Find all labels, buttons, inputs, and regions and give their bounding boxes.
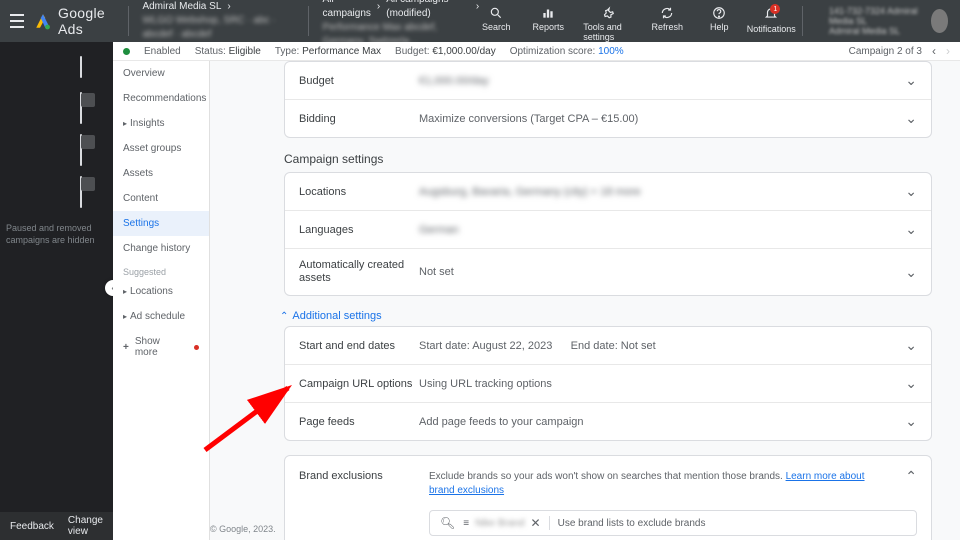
breadcrumb-account[interactable]: Admiral Media SL› WLGO Webshop, SRC · ab… bbox=[142, 0, 293, 42]
chevron-up-icon: ⌃ bbox=[280, 311, 288, 322]
brand-chip: ≡ Nike Brand ✕ bbox=[463, 516, 540, 530]
rail-item[interactable] bbox=[80, 92, 82, 124]
divider bbox=[802, 6, 803, 36]
sidenav: Overview Recommendations Insights Asset … bbox=[113, 61, 210, 540]
sidenav-overview[interactable]: Overview bbox=[113, 61, 209, 86]
reports-tool[interactable]: Reports bbox=[531, 6, 565, 32]
row-dates[interactable]: Start and end dates Start date: August 2… bbox=[285, 327, 931, 364]
search-icon: 🔍︎ bbox=[440, 516, 455, 530]
menu-icon[interactable] bbox=[10, 14, 24, 28]
avatar[interactable] bbox=[931, 9, 948, 33]
sidenav-assets[interactable]: Assets bbox=[113, 161, 209, 186]
copyright: © Google, 2023. bbox=[210, 524, 276, 534]
row-budget[interactable]: Budget €1,000.00/day ⌄ bbox=[285, 62, 931, 99]
notifications-tool[interactable]: 1 Notifications bbox=[754, 6, 788, 34]
row-bidding[interactable]: Bidding Maximize conversions (Target CPA… bbox=[285, 99, 931, 137]
row-locations[interactable]: Locations Augsburg, Bavaria, Germany (ci… bbox=[285, 173, 931, 210]
change-view-link[interactable]: Change view bbox=[68, 515, 113, 537]
chevron-down-icon: ⌄ bbox=[905, 264, 917, 281]
chevron-down-icon: ⌄ bbox=[905, 375, 917, 392]
sidenav-show-more[interactable]: +Show more bbox=[113, 329, 209, 365]
top-tools: Search Reports Tools and settings Refres… bbox=[479, 0, 788, 42]
divider bbox=[128, 6, 129, 36]
rail-item[interactable] bbox=[80, 134, 82, 166]
product-name: Google Ads bbox=[58, 5, 114, 37]
rail-item[interactable] bbox=[80, 176, 82, 208]
prev-campaign-icon[interactable]: ‹ bbox=[932, 44, 936, 58]
divider bbox=[549, 516, 550, 530]
search-tool[interactable]: Search bbox=[479, 6, 513, 32]
main-content: Budget €1,000.00/day ⌄ Bidding Maximize … bbox=[210, 61, 960, 540]
new-dot-icon bbox=[194, 345, 199, 350]
chip-remove-icon[interactable]: ✕ bbox=[531, 516, 541, 530]
status-dot-icon bbox=[123, 48, 130, 55]
chevron-down-icon: ⌄ bbox=[905, 337, 917, 354]
sidenav-ad-schedule[interactable]: Ad schedule bbox=[113, 304, 209, 329]
notif-badge: 1 bbox=[770, 4, 780, 14]
chevron-down-icon: ⌄ bbox=[905, 221, 917, 238]
feedback-link[interactable]: Feedback bbox=[10, 521, 54, 532]
divider bbox=[308, 6, 309, 36]
chevron-up-icon[interactable]: ⌃ bbox=[905, 468, 917, 485]
additional-settings-toggle[interactable]: ⌃Additional settings bbox=[280, 310, 960, 322]
brand-exclusions-desc: Exclude brands so your ads won't show on… bbox=[429, 470, 865, 498]
brand-input-placeholder: Use brand lists to exclude brands bbox=[558, 518, 706, 529]
row-page-feeds[interactable]: Page feeds Add page feeds to your campai… bbox=[285, 402, 931, 440]
chevron-down-icon: ⌄ bbox=[905, 110, 917, 127]
sidenav-asset-groups[interactable]: Asset groups bbox=[113, 136, 209, 161]
google-ads-logo bbox=[34, 12, 52, 30]
status-enabled[interactable]: Enabled bbox=[144, 46, 181, 57]
row-url-options[interactable]: Campaign URL options Using URL tracking … bbox=[285, 364, 931, 402]
sidenav-content[interactable]: Content bbox=[113, 186, 209, 211]
next-campaign-icon[interactable]: › bbox=[946, 44, 950, 58]
sidenav-suggested-header: Suggested bbox=[113, 261, 209, 279]
rail-note: Paused and removed campaigns are hidden bbox=[6, 222, 107, 246]
chevron-down-icon: ⌄ bbox=[905, 183, 917, 200]
help-tool[interactable]: Help bbox=[702, 6, 736, 32]
campaign-position: Campaign 2 of 3 bbox=[849, 46, 922, 57]
status-strip: Enabled Status: Eligible Type: Performan… bbox=[113, 42, 960, 61]
refresh-tool[interactable]: Refresh bbox=[650, 6, 684, 32]
brand-exclusions-card: Brand exclusions Exclude brands so your … bbox=[284, 455, 932, 540]
row-auto-assets[interactable]: Automatically created assets Not set ⌄ bbox=[285, 248, 931, 295]
row-languages[interactable]: Languages German ⌄ bbox=[285, 210, 931, 248]
sidenav-change-history[interactable]: Change history bbox=[113, 236, 209, 261]
campaign-settings-header: Campaign settings bbox=[284, 152, 960, 166]
account-switcher[interactable]: 141-732-7324 Admiral Media SLAdmiral Med… bbox=[829, 6, 948, 36]
sidenav-insights[interactable]: Insights bbox=[113, 111, 209, 136]
left-rail: Paused and removed campaigns are hidden … bbox=[0, 42, 113, 540]
chevron-down-icon: ⌄ bbox=[905, 413, 917, 430]
sidenav-locations[interactable]: Locations bbox=[113, 279, 209, 304]
tools-settings[interactable]: Tools and settings bbox=[583, 6, 632, 42]
brand-search-input[interactable]: 🔍︎ ≡ Nike Brand ✕ Use brand lists to exc… bbox=[429, 510, 917, 536]
rail-item[interactable] bbox=[80, 56, 82, 78]
chevron-down-icon: ⌄ bbox=[905, 72, 917, 89]
topbar: Google Ads Admiral Media SL› WLGO Websho… bbox=[0, 0, 960, 42]
sidenav-settings[interactable]: Settings bbox=[113, 211, 209, 236]
filter-icon: ≡ bbox=[463, 518, 469, 529]
sidenav-recommendations[interactable]: Recommendations bbox=[113, 86, 209, 111]
brand-exclusions-title: Brand exclusions bbox=[299, 470, 399, 482]
rail-footer: Feedback Change view bbox=[0, 512, 113, 540]
